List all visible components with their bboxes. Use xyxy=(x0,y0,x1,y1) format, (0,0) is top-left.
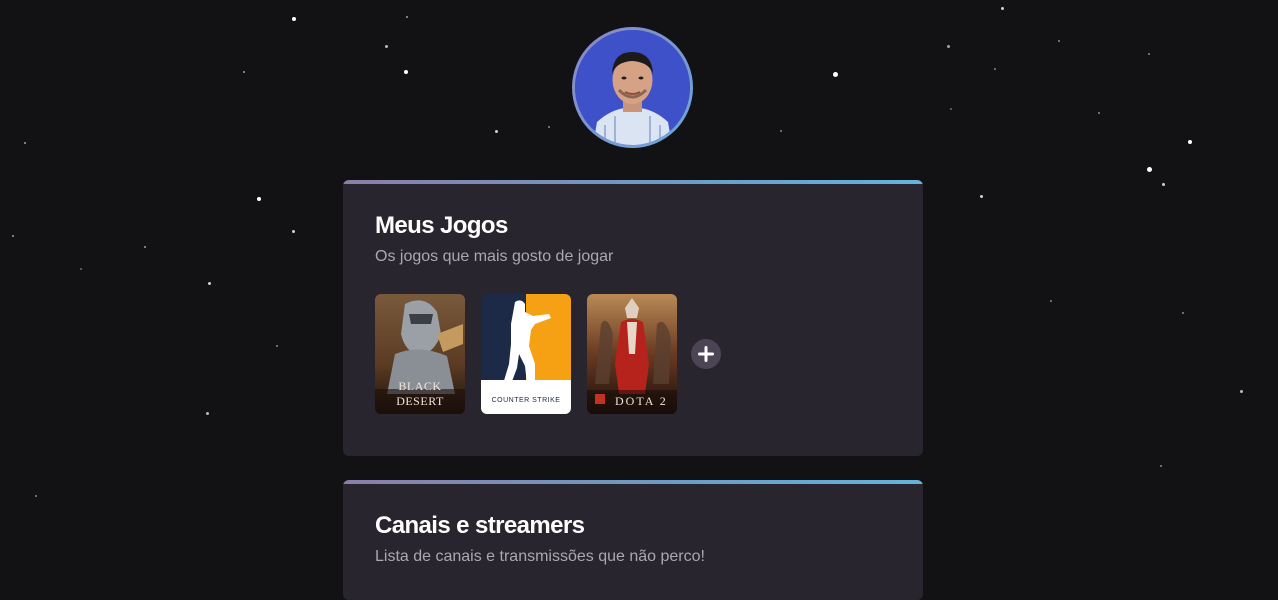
games-list: BLACK DESERT COUNTER STRIKE xyxy=(375,294,891,414)
streams-section-subtitle: Lista de canais e transmissões que não p… xyxy=(375,546,891,568)
game-black-desert[interactable]: BLACK DESERT xyxy=(375,294,465,414)
streams-section-title: Canais e streamers xyxy=(375,512,891,540)
avatar xyxy=(575,30,690,145)
game-counter-strike[interactable]: COUNTER STRIKE xyxy=(481,294,571,414)
game-title: COUNTER STRIKE xyxy=(481,397,571,404)
profile-avatar-ring xyxy=(572,27,693,148)
games-section-title: Meus Jogos xyxy=(375,212,891,240)
game-title: DOTA 2 xyxy=(615,394,677,409)
plus-icon xyxy=(696,344,716,364)
games-card: Meus Jogos Os jogos que mais gosto de jo… xyxy=(343,180,923,456)
game-title: BLACK DESERT xyxy=(375,379,465,409)
games-section-subtitle: Os jogos que mais gosto de jogar xyxy=(375,246,891,268)
game-dota-2[interactable]: DOTA 2 xyxy=(587,294,677,414)
add-game-button[interactable] xyxy=(691,339,721,369)
streams-card: Canais e streamers Lista de canais e tra… xyxy=(343,480,923,600)
